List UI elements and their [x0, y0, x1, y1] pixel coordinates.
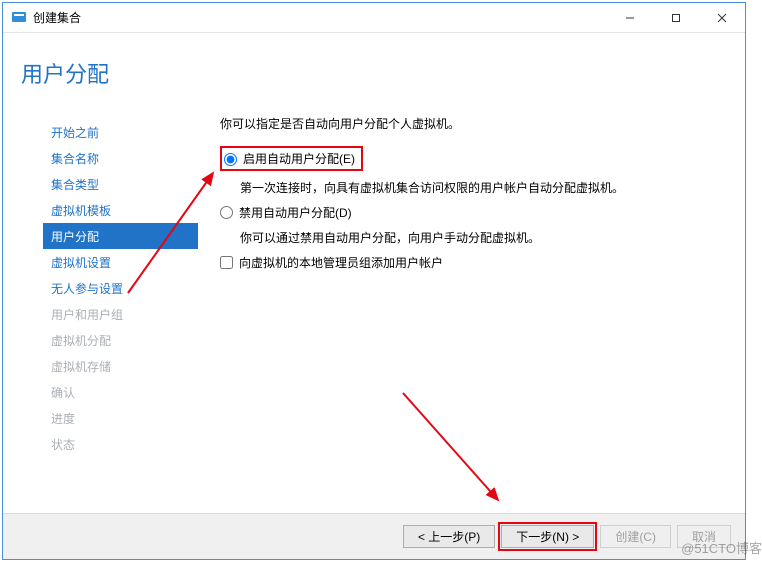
disable-auto-radio[interactable] [220, 206, 233, 219]
disable-auto-desc: 你可以通过禁用自动用户分配，向用户手动分配虚拟机。 [220, 229, 725, 246]
page-title: 用户分配 [21, 57, 198, 89]
maximize-button[interactable] [653, 3, 699, 32]
window-title: 创建集合 [33, 9, 607, 26]
create-button: 创建(C) [600, 525, 671, 548]
admin-check-row: 向虚拟机的本地管理员组添加用户帐户 [220, 254, 725, 271]
instruction-text: 你可以指定是否自动向用户分配个人虚拟机。 [220, 115, 725, 132]
window-controls [607, 3, 745, 32]
nav-item-9: 虚拟机存储 [43, 353, 198, 379]
nav-item-12: 状态 [43, 431, 198, 457]
enable-auto-row: 启用自动用户分配(E) [220, 146, 725, 171]
enable-auto-radio[interactable] [224, 153, 237, 166]
disable-auto-row: 禁用自动用户分配(D) [220, 204, 725, 221]
wizard-nav: 开始之前集合名称集合类型虚拟机模板用户分配虚拟机设置无人参与设置用户和用户组虚拟… [21, 119, 198, 457]
close-button[interactable] [699, 3, 745, 32]
nav-item-2[interactable]: 集合类型 [43, 171, 198, 197]
nav-item-11: 进度 [43, 405, 198, 431]
prev-button[interactable]: < 上一步(P) [403, 525, 495, 548]
nav-item-7: 用户和用户组 [43, 301, 198, 327]
cancel-button: 取消 [677, 525, 731, 548]
nav-item-10: 确认 [43, 379, 198, 405]
add-admin-checkbox[interactable] [220, 256, 233, 269]
nav-item-3[interactable]: 虚拟机模板 [43, 197, 198, 223]
nav-item-1[interactable]: 集合名称 [43, 145, 198, 171]
main-panel: 你可以指定是否自动向用户分配个人虚拟机。 启用自动用户分配(E) 第一次连接时，… [198, 33, 745, 513]
nav-item-6[interactable]: 无人参与设置 [43, 275, 198, 301]
wizard-footer: < 上一步(P) 下一步(N) > 创建(C) 取消 [3, 513, 745, 559]
disable-auto-label[interactable]: 禁用自动用户分配(D) [239, 204, 352, 221]
minimize-button[interactable] [607, 3, 653, 32]
nav-item-5[interactable]: 虚拟机设置 [43, 249, 198, 275]
nav-item-0[interactable]: 开始之前 [43, 119, 198, 145]
nav-item-4[interactable]: 用户分配 [43, 223, 198, 249]
add-admin-label[interactable]: 向虚拟机的本地管理员组添加用户帐户 [239, 254, 443, 271]
nav-item-8: 虚拟机分配 [43, 327, 198, 353]
highlight-enable-option: 启用自动用户分配(E) [220, 146, 363, 171]
enable-auto-desc: 第一次连接时，向具有虚拟机集合访问权限的用户帐户自动分配虚拟机。 [220, 179, 725, 196]
enable-auto-label[interactable]: 启用自动用户分配(E) [243, 150, 355, 167]
next-button[interactable]: 下一步(N) > [501, 525, 594, 548]
app-icon [11, 10, 27, 26]
wizard-sidebar: 用户分配 开始之前集合名称集合类型虚拟机模板用户分配虚拟机设置无人参与设置用户和… [3, 33, 198, 513]
titlebar: 创建集合 [3, 3, 745, 33]
